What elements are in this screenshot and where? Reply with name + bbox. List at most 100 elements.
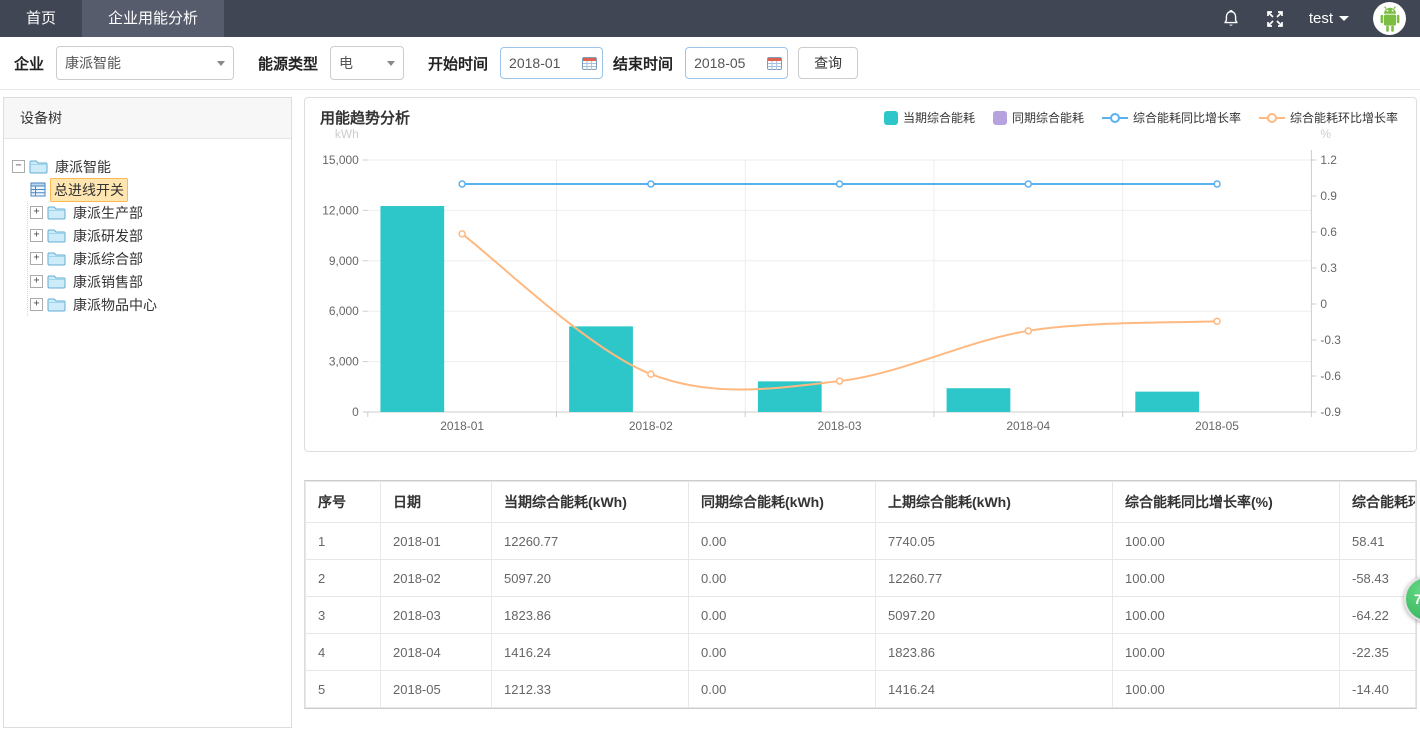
tree-node[interactable]: 康派销售部 [70, 271, 146, 293]
folder-icon [47, 297, 66, 312]
axis-label: % [1320, 127, 1331, 141]
collapse-icon[interactable]: − [12, 160, 25, 173]
chevron-down-icon [387, 61, 395, 66]
start-date-input[interactable]: 2018-01 [500, 47, 603, 79]
tab-home[interactable]: 首页 [0, 0, 82, 37]
avatar[interactable] [1373, 2, 1406, 35]
query-button[interactable]: 查询 [798, 47, 858, 79]
table-cell: 1823.86 [876, 634, 1113, 671]
navbar-actions: test [1221, 0, 1420, 37]
main-content: 设备树 − 康派智能 总进线开关 + 康派生产部 + 康派研发部 + 康派综合部 + 康派销售… [0, 90, 1420, 728]
table-header-cell: 同期综合能耗(kWh) [689, 482, 876, 523]
chart-point [1025, 181, 1031, 187]
chart-point [1025, 328, 1031, 334]
axis-label: 15,000 [322, 153, 359, 167]
top-navbar: 首页 企业用能分析 test [0, 0, 1420, 37]
username: test [1309, 10, 1333, 27]
folder-icon [29, 159, 48, 174]
start-date-value: 2018-01 [509, 55, 578, 71]
axis-label: 2018-01 [440, 419, 484, 433]
tree-node-root[interactable]: 康派智能 [52, 156, 114, 178]
table-cell: 3 [306, 597, 381, 634]
expand-icon[interactable]: + [30, 298, 43, 311]
energy-table: 序号日期当期综合能耗(kWh)同期综合能耗(kWh)上期综合能耗(kWh)综合能… [305, 481, 1416, 708]
axis-label: -0.3 [1320, 333, 1341, 347]
enterprise-select[interactable]: 康派智能 [56, 46, 234, 80]
table-row: 12018-0112260.770.007740.05100.0058.41 [306, 523, 1416, 560]
axis-label: -0.6 [1320, 369, 1341, 383]
axis-label: 0.6 [1320, 225, 1337, 239]
table-header-row: 序号日期当期综合能耗(kWh)同期综合能耗(kWh)上期综合能耗(kWh)综合能… [306, 482, 1416, 523]
tree-node-selected[interactable]: 总进线开关 [50, 178, 128, 202]
table-cell: 7740.05 [876, 523, 1113, 560]
bell-icon[interactable] [1221, 9, 1241, 29]
tree-node[interactable]: 康派研发部 [70, 225, 146, 247]
tree-node-row: + 康派综合部 [30, 247, 283, 270]
folder-icon [47, 251, 66, 266]
axis-label: 3,000 [329, 355, 359, 369]
table-cell: 1212.33 [492, 671, 689, 708]
table-header-cell: 综合能耗同比增长率(%) [1113, 482, 1340, 523]
table-cell: 1416.24 [876, 671, 1113, 708]
device-tree-title: 设备树 [4, 98, 291, 139]
axis-label: 0.9 [1320, 189, 1337, 203]
table-cell: 2018-05 [381, 671, 492, 708]
fullscreen-icon[interactable] [1265, 9, 1285, 29]
table-cell: 2018-03 [381, 597, 492, 634]
legend-line-icon [1259, 112, 1285, 124]
table-cell: 0.00 [689, 671, 876, 708]
tree-node[interactable]: 康派综合部 [70, 248, 146, 270]
tree-node-row: + 康派研发部 [30, 224, 283, 247]
chart-point [1214, 318, 1220, 324]
table-cell: -58.43 [1340, 560, 1416, 597]
data-table-card: 序号日期当期综合能耗(kWh)同期综合能耗(kWh)上期综合能耗(kWh)综合能… [304, 480, 1417, 709]
end-date-input[interactable]: 2018-05 [685, 47, 788, 79]
floating-button-label: 7 [1414, 591, 1420, 607]
table-cell: 0.00 [689, 523, 876, 560]
tree-node[interactable]: 康派物品中心 [70, 294, 160, 316]
axis-label: 1.2 [1320, 153, 1337, 167]
android-icon [1377, 5, 1403, 33]
axis-label: 2018-03 [818, 419, 862, 433]
device-tree: − 康派智能 总进线开关 + 康派生产部 + 康派研发部 + 康派综合部 + 康派销售部 + 康派… [4, 139, 291, 332]
filter-bar: 企业 康派智能 能源类型 电 开始时间 2018-01 结束时间 2018-05… [0, 37, 1420, 90]
axis-label: 6,000 [329, 304, 359, 318]
expand-icon[interactable]: + [30, 275, 43, 288]
table-cell: 5097.20 [876, 597, 1113, 634]
chart-point [648, 371, 654, 377]
legend-item[interactable]: 当期综合能耗 [884, 109, 975, 126]
chevron-down-icon [217, 61, 225, 66]
tree-node[interactable]: 康派生产部 [70, 202, 146, 224]
table-cell: 100.00 [1113, 560, 1340, 597]
legend-item[interactable]: 综合能耗同比增长率 [1102, 109, 1241, 126]
axis-label: 0 [352, 405, 359, 419]
expand-icon[interactable]: + [30, 229, 43, 242]
expand-icon[interactable]: + [30, 252, 43, 265]
legend-label: 综合能耗环比增长率 [1290, 109, 1398, 126]
table-cell: 58.41 [1340, 523, 1416, 560]
chart-bar [1135, 392, 1199, 412]
table-row: 42018-041416.240.001823.86100.00-22.35 [306, 634, 1416, 671]
table-cell: 12260.77 [492, 523, 689, 560]
tab-enterprise-energy-analysis[interactable]: 企业用能分析 [82, 0, 224, 37]
chart-point [459, 231, 465, 237]
table-cell: 2018-01 [381, 523, 492, 560]
expand-icon[interactable]: + [30, 206, 43, 219]
chart-title: 用能趋势分析 [320, 107, 410, 128]
table-cell: 1416.24 [492, 634, 689, 671]
table-header-cell: 综合能耗环比增长率(%) [1340, 482, 1416, 523]
meter-icon [30, 182, 46, 197]
energy-type-select[interactable]: 电 [330, 46, 404, 80]
end-date-value: 2018-05 [694, 55, 763, 71]
calendar-icon [767, 56, 782, 70]
table-cell: 0.00 [689, 560, 876, 597]
chevron-down-icon [1339, 16, 1349, 21]
table-cell: 1 [306, 523, 381, 560]
legend-item[interactable]: 综合能耗环比增长率 [1259, 109, 1398, 126]
legend-item[interactable]: 同期综合能耗 [993, 109, 1084, 126]
right-column: 用能趋势分析 当期综合能耗 同期综合能耗 综合能耗同比增长率 综合能耗环比增长率 0 3… [304, 97, 1417, 709]
table-row: 52018-051212.330.001416.24100.00-14.40 [306, 671, 1416, 708]
user-menu[interactable]: test [1309, 10, 1349, 27]
legend-swatch [993, 111, 1007, 125]
folder-icon [47, 205, 66, 220]
